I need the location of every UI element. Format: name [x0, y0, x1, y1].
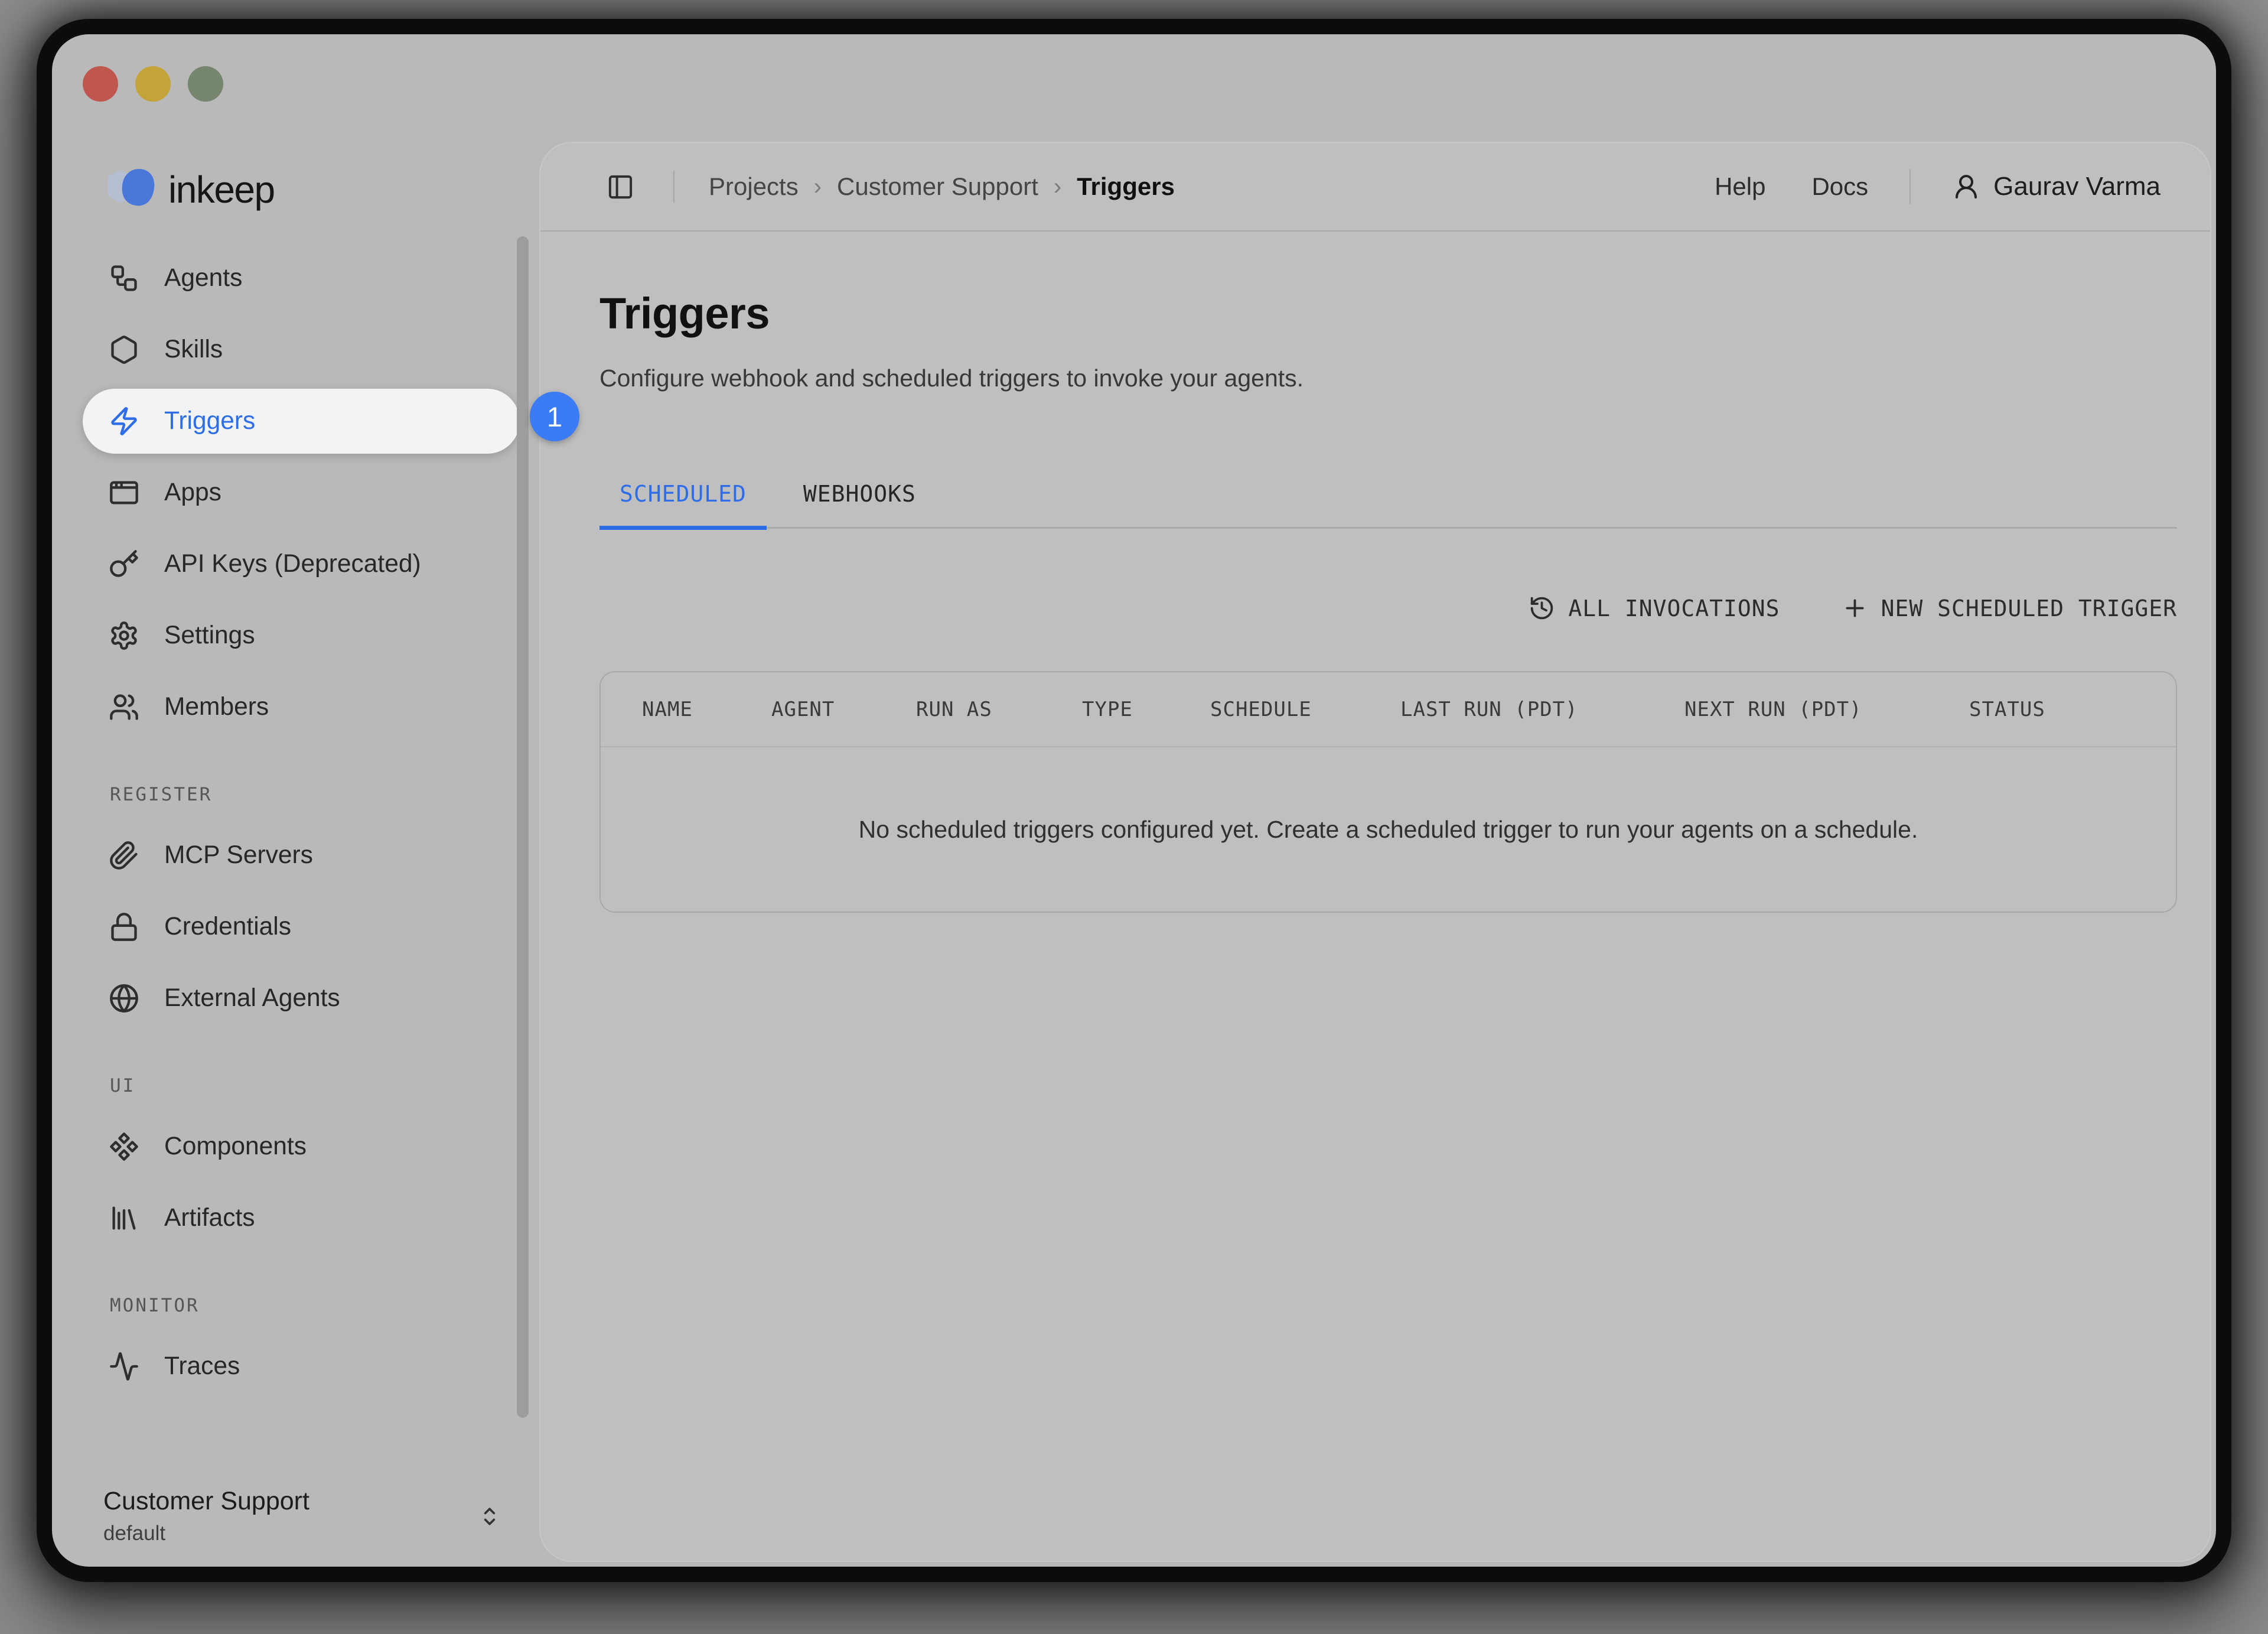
sidebar: inkeep Agents Skills Triggers Apps API K…	[52, 34, 539, 1567]
sidebar-item-label: Credentials	[164, 913, 291, 941]
sidebar-item-label: Members	[164, 693, 269, 721]
column-header-run-as: RUN AS	[916, 698, 1082, 721]
sidebar-item-label: Traces	[164, 1352, 240, 1381]
chevrons-up-down-icon	[477, 1503, 503, 1529]
sidebar-item-apps[interactable]: Apps	[83, 460, 520, 525]
new-scheduled-trigger-label: NEW SCHEDULED TRIGGER	[1881, 595, 2177, 621]
sidebar-item-credentials[interactable]: Credentials	[83, 894, 520, 959]
sidebar-toggle-button[interactable]	[607, 173, 634, 201]
zap-icon	[109, 406, 139, 437]
docs-link[interactable]: Docs	[1811, 172, 1868, 201]
sidebar-scrollbar[interactable]	[517, 236, 529, 1418]
breadcrumb-customer-support[interactable]: Customer Support	[837, 172, 1038, 201]
breadcrumb-separator: ›	[1054, 174, 1061, 200]
table-empty-state: No scheduled triggers configured yet. Cr…	[601, 747, 2176, 912]
tab-bar: SCHEDULED WEBHOOKS	[599, 481, 2177, 529]
table-header-row: NAME AGENT RUN AS TYPE SCHEDULE LAST RUN…	[601, 672, 2176, 747]
sidebar-item-mcp-servers[interactable]: MCP Servers	[83, 823, 520, 888]
sidebar-item-agents[interactable]: Agents	[83, 246, 520, 311]
history-icon	[1529, 595, 1555, 621]
annotation-marker-1: 1	[530, 392, 579, 441]
gear-icon	[109, 620, 139, 651]
sidebar-section-ui: UI	[110, 1075, 520, 1096]
project-switcher[interactable]: Customer Support default	[103, 1487, 503, 1545]
sidebar-item-skills[interactable]: Skills	[83, 317, 520, 382]
app-window-icon	[109, 477, 139, 508]
hexagon-icon	[109, 334, 139, 365]
panel-left-icon	[607, 173, 634, 201]
new-scheduled-trigger-button[interactable]: NEW SCHEDULED TRIGGER	[1842, 595, 2177, 621]
page-description: Configure webhook and scheduled triggers…	[599, 364, 2177, 392]
inkeep-logo-icon	[103, 163, 160, 216]
sidebar-section-monitor: MONITOR	[110, 1295, 520, 1316]
user-icon	[1952, 172, 1980, 201]
breadcrumb: Projects › Customer Support › Triggers	[709, 172, 1175, 201]
activity-icon	[109, 1351, 139, 1382]
brand-wordmark: inkeep	[168, 168, 275, 211]
sidebar-item-api-keys[interactable]: API Keys (Deprecated)	[83, 532, 520, 597]
plus-icon	[1842, 595, 1868, 621]
users-icon	[109, 692, 139, 722]
header-right: Help Docs Gaurav Varma	[1715, 170, 2161, 204]
sidebar-item-members[interactable]: Members	[83, 675, 520, 740]
sidebar-item-label: Skills	[164, 336, 223, 364]
all-invocations-label: ALL INVOCATIONS	[1568, 595, 1780, 621]
sidebar-item-external-agents[interactable]: External Agents	[83, 966, 520, 1031]
column-header-next-run: NEXT RUN (PDT)	[1684, 698, 1969, 721]
sidebar-item-label: MCP Servers	[164, 841, 313, 870]
all-invocations-button[interactable]: ALL INVOCATIONS	[1529, 595, 1780, 621]
sidebar-item-components[interactable]: Components	[83, 1114, 520, 1179]
actions-row: ALL INVOCATIONS NEW SCHEDULED TRIGGER	[599, 595, 2177, 621]
header-divider	[1909, 170, 1911, 204]
tab-scheduled[interactable]: SCHEDULED	[599, 481, 767, 527]
main-panel: Projects › Customer Support › Triggers H…	[539, 142, 2211, 1562]
breadcrumb-projects[interactable]: Projects	[709, 172, 799, 201]
sidebar-item-artifacts[interactable]: Artifacts	[83, 1186, 520, 1251]
component-icon	[109, 1131, 139, 1162]
sidebar-item-label: External Agents	[164, 984, 340, 1013]
project-switcher-text: Customer Support default	[103, 1487, 309, 1545]
app-window: inkeep Agents Skills Triggers Apps API K…	[52, 34, 2216, 1567]
library-icon	[109, 1203, 139, 1233]
sidebar-item-label: API Keys (Deprecated)	[164, 550, 421, 578]
key-icon	[109, 549, 139, 580]
page-content: Triggers Configure webhook and scheduled…	[540, 232, 2210, 1561]
column-header-agent: AGENT	[771, 698, 916, 721]
workflow-icon	[109, 263, 139, 294]
column-header-type: TYPE	[1082, 698, 1210, 721]
sidebar-item-traces[interactable]: Traces	[83, 1334, 520, 1399]
column-header-name: NAME	[642, 698, 771, 721]
header-divider	[673, 171, 674, 203]
project-name: Customer Support	[103, 1487, 309, 1516]
column-header-status: STATUS	[1969, 698, 2176, 721]
sidebar-item-label: Settings	[164, 621, 255, 650]
sidebar-item-label: Components	[164, 1132, 307, 1161]
sidebar-item-settings[interactable]: Settings	[83, 603, 520, 668]
column-header-schedule: SCHEDULE	[1210, 698, 1400, 721]
triggers-table: NAME AGENT RUN AS TYPE SCHEDULE LAST RUN…	[599, 671, 2177, 913]
help-link[interactable]: Help	[1715, 172, 1765, 201]
sidebar-nav: Agents Skills Triggers Apps API Keys (De…	[83, 246, 520, 1405]
sidebar-item-label: Triggers	[164, 407, 255, 435]
inkeep-logo[interactable]: inkeep	[103, 163, 275, 216]
breadcrumb-separator: ›	[814, 174, 822, 200]
sidebar-item-label: Artifacts	[164, 1204, 255, 1232]
sidebar-section-register: REGISTER	[110, 784, 520, 805]
user-name: Gaurav Varma	[1993, 172, 2161, 201]
sidebar-item-label: Apps	[164, 479, 221, 507]
graph-name: default	[103, 1522, 309, 1545]
user-menu[interactable]: Gaurav Varma	[1952, 172, 2161, 201]
empty-state-message: No scheduled triggers configured yet. Cr…	[859, 816, 1918, 844]
paperclip-icon	[109, 840, 139, 871]
sidebar-item-triggers[interactable]: Triggers	[83, 389, 520, 454]
column-header-last-run: LAST RUN (PDT)	[1400, 698, 1684, 721]
page-title: Triggers	[599, 288, 2177, 338]
breadcrumb-triggers: Triggers	[1077, 172, 1175, 201]
lock-icon	[109, 912, 139, 942]
sidebar-item-label: Agents	[164, 264, 242, 292]
tab-webhooks[interactable]: WEBHOOKS	[783, 481, 936, 527]
globe-icon	[109, 983, 139, 1014]
panel-header: Projects › Customer Support › Triggers H…	[540, 143, 2210, 232]
